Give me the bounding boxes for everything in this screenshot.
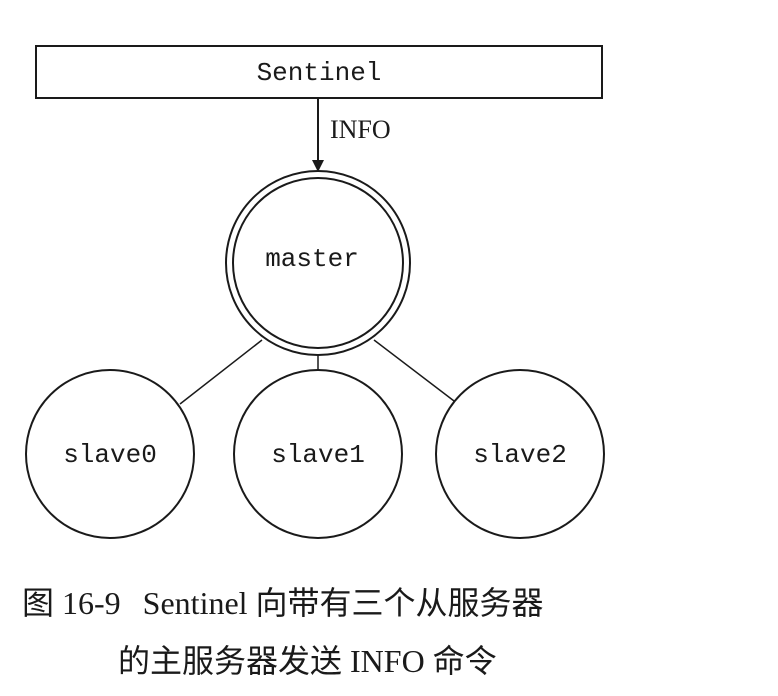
slave-node: slave0 bbox=[25, 369, 195, 539]
connector-slave2 bbox=[373, 339, 459, 405]
figure-caption-line-2: 的主服务器发送 INFO 命令 bbox=[118, 636, 778, 682]
sentinel-node: Sentinel bbox=[35, 45, 603, 99]
slave-node: slave1 bbox=[233, 369, 403, 539]
connector-slave0 bbox=[179, 339, 263, 405]
slave2-label: slave2 bbox=[473, 440, 567, 470]
info-arrow: INFO bbox=[312, 98, 391, 172]
figure-number: 图 16-9 bbox=[22, 585, 121, 621]
caption-text-line-2: 的主服务器发送 INFO 命令 bbox=[118, 643, 497, 679]
master-node: master bbox=[225, 170, 411, 356]
slave1-label: slave1 bbox=[271, 440, 365, 470]
master-label: master bbox=[265, 244, 359, 274]
figure-caption-line-1: 图 16-9 Sentinel 向带有三个从服务器 bbox=[22, 578, 722, 624]
slave0-label: slave0 bbox=[63, 440, 157, 470]
info-arrow-label: INFO bbox=[330, 115, 391, 144]
caption-text-line-1: Sentinel 向带有三个从服务器 bbox=[142, 585, 544, 621]
slave-node: slave2 bbox=[435, 369, 605, 539]
sentinel-label: Sentinel bbox=[257, 58, 382, 88]
